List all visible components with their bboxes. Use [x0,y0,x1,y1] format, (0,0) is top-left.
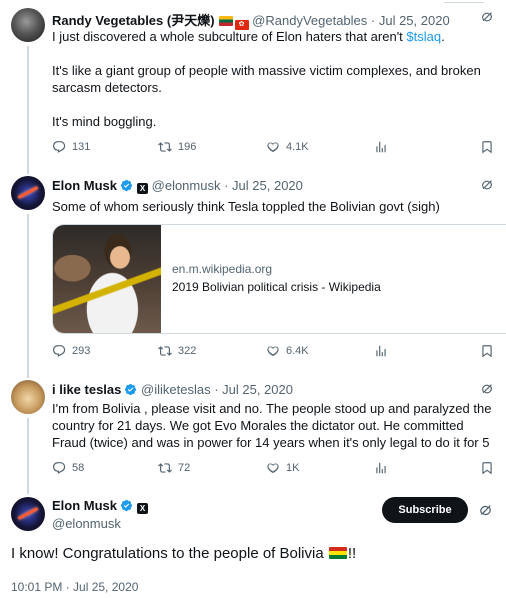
lithuania-flag-icon [218,16,233,26]
tweet-date[interactable]: · Jul 25, 2020 [214,382,293,397]
card-image [53,225,161,333]
cashtag-link[interactable]: $tslaq [406,29,441,44]
tweet-text: I just discovered a whole subculture of … [52,28,492,147]
thread-line [27,214,29,378]
views-icon [374,140,388,154]
tweet-header: Randy Vegetables (尹天爍) ✿ @RandyVegetables… [52,10,450,30]
like-button[interactable]: 6.4K [266,344,309,358]
avatar[interactable] [11,176,45,210]
link-card[interactable]: en.m.wikipedia.org 2019 Bolivian politic… [52,224,506,334]
author-name[interactable]: Elon Musk [52,498,117,513]
retweet-icon [158,344,172,358]
text-segment: I know! Congratulations to the people of… [11,545,328,562]
author-name[interactable]: Randy Vegetables (尹天爍) [52,13,215,28]
retweet-icon [158,461,172,475]
like-icon [266,461,280,475]
text-paragraph: It's mind boggling. [52,114,157,129]
reply-icon [52,344,66,358]
avatar[interactable] [11,8,45,42]
tweet-actions: 58 72 1K [52,461,498,477]
like-count: 1K [286,462,300,474]
views-button[interactable] [374,344,388,358]
tweet-actions: 131 196 4.1K [52,140,498,156]
tweet-header: i like teslas @iliketeslas · Jul 25, 202… [52,382,293,397]
verified-icon [124,383,137,396]
text-segment: I just discovered a whole subculture of … [52,29,407,44]
tweet-text: I'm from Bolivia , please visit and no. … [52,401,492,450]
tweet-randy[interactable]: Randy Vegetables (尹天爍) ✿ @RandyVegetables… [0,0,506,174]
reply-count: 131 [72,141,91,153]
thread-line [27,46,29,174]
views-button[interactable] [374,140,388,154]
author-handle[interactable]: @RandyVegetables [252,13,367,28]
author-handle[interactable]: @elonmusk [52,516,121,531]
views-icon [374,461,388,475]
retweet-count: 72 [178,462,191,474]
reply-button[interactable]: 131 [52,140,90,154]
bolivia-flag-icon [328,547,347,559]
bookmark-icon [480,140,494,154]
tweet-date[interactable]: · Jul 25, 2020 [371,13,450,28]
tweet-text: Some of whom seriously think Tesla toppl… [52,199,440,214]
author-handle[interactable]: @iliketeslas [141,382,211,397]
retweet-icon [158,140,172,154]
retweet-button[interactable]: 72 [158,461,190,475]
grok-icon[interactable] [478,503,493,518]
tweet-actions: 293 322 6.4K [52,344,498,360]
verified-icon [120,499,133,512]
card-domain: en.m.wikipedia.org [172,262,273,276]
text-segment: . [441,29,445,44]
avatar[interactable] [11,497,45,531]
like-button[interactable]: 4.1K [266,140,309,154]
grok-icon[interactable] [480,382,494,396]
grok-icon[interactable] [480,178,494,192]
reply-button[interactable]: 58 [52,461,84,475]
like-button[interactable]: 1K [266,461,299,475]
bookmark-icon [480,344,494,358]
bookmark-button[interactable] [480,344,494,358]
bookmark-icon [480,461,494,475]
x-badge-icon: X [137,183,149,194]
grok-icon[interactable] [480,10,494,24]
reply-button[interactable]: 293 [52,344,90,358]
like-count: 4.1K [286,141,309,153]
like-icon [266,140,280,154]
reply-count: 58 [72,462,85,474]
views-button[interactable] [374,461,388,475]
author-handle[interactable]: @elonmusk [152,178,221,193]
retweet-button[interactable]: 322 [158,344,196,358]
verified-icon [120,179,133,192]
x-badge-icon: X [137,503,149,514]
like-count: 6.4K [286,345,309,357]
author-name[interactable]: i like teslas [52,382,121,397]
reply-count: 293 [72,345,91,357]
views-icon [374,344,388,358]
reply-icon [52,461,66,475]
card-title: 2019 Bolivian political crisis - Wikiped… [172,280,381,294]
author-name[interactable]: Elon Musk [52,178,117,193]
tweet-header: Elon Musk X @elonmusk · Jul 25, 2020 [52,178,303,194]
avatar[interactable] [11,380,45,414]
bookmark-button[interactable] [480,140,494,154]
tweet-header: Elon Musk X [52,498,149,514]
subscribe-button[interactable]: Subscribe [382,497,468,523]
retweet-button[interactable]: 196 [158,140,196,154]
retweet-count: 196 [178,141,197,153]
text-segment: !! [347,545,357,562]
like-icon [266,344,280,358]
main-tweet-text: I know! Congratulations to the people of… [11,545,356,562]
thread-line [27,418,29,494]
tweet-date[interactable]: · Jul 25, 2020 [224,178,303,193]
reply-icon [52,140,66,154]
tweet-timestamp[interactable]: 10:01 PM · Jul 25, 2020 [11,580,138,594]
bookmark-button[interactable] [480,461,494,475]
retweet-count: 322 [178,345,197,357]
text-paragraph: It's like a giant group of people with m… [52,63,481,95]
